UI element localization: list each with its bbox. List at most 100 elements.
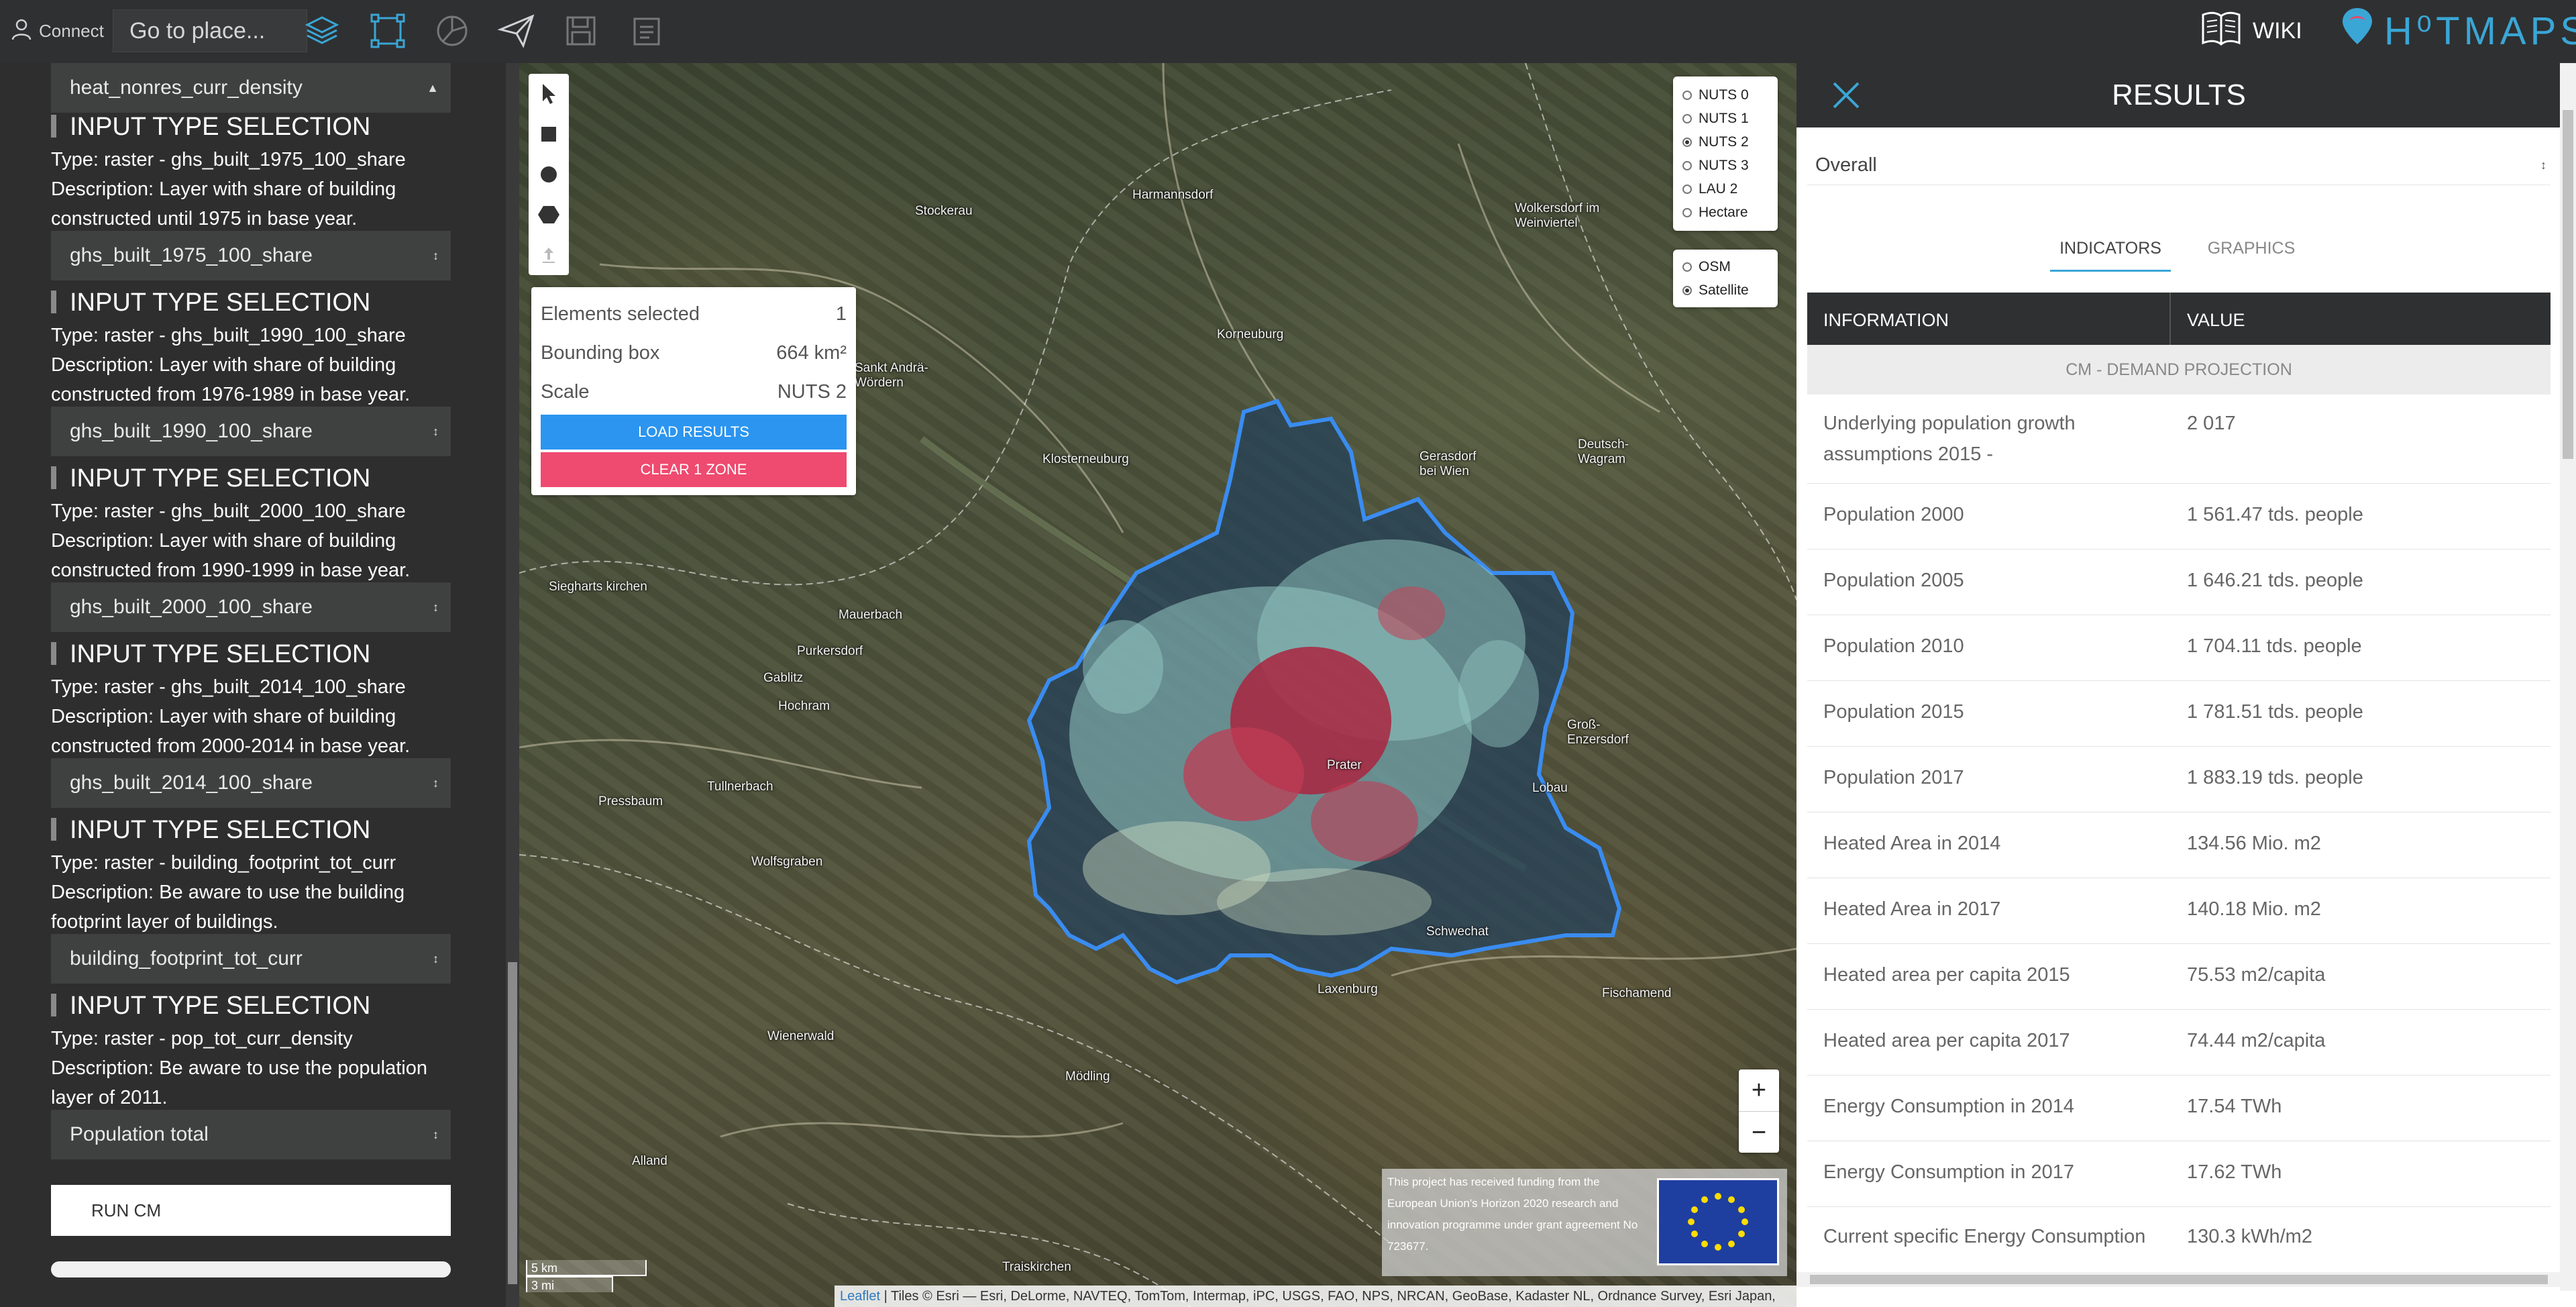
clear-zone-button[interactable]: CLEAR 1 ZONE (541, 452, 847, 487)
files-icon[interactable] (624, 8, 669, 54)
scrollbar-thumb[interactable] (2563, 110, 2573, 459)
row-label: Population 2015 (1823, 701, 1964, 723)
select-value: building_footprint_tot_curr (70, 947, 303, 970)
radio-osm[interactable]: OSM (1673, 255, 1778, 278)
summary-label: Scale (541, 381, 590, 403)
tab-indicators[interactable]: INDICATORS (2050, 233, 2171, 272)
scrollbar-thumb[interactable] (508, 962, 517, 1284)
load-results-button[interactable]: LOAD RESULTS (541, 415, 847, 450)
input-layer-select[interactable]: ghs_built_1990_100_share ↕ (51, 407, 451, 456)
input-layer-select[interactable]: ghs_built_1975_100_share ↕ (51, 231, 451, 280)
eu-notice-text: This project has received funding from t… (1387, 1175, 1638, 1253)
table-row: Population 2015 1 781.51 tds. people (1807, 680, 2551, 747)
select-arrows-icon: ↕ (433, 1128, 439, 1141)
selection-icon[interactable] (365, 8, 411, 54)
user-icon (9, 17, 34, 46)
circle-tool-icon[interactable] (529, 154, 569, 195)
run-cm-button[interactable]: RUN CM (51, 1185, 451, 1236)
place-label: Sankt Andrä-Wördern (855, 361, 928, 390)
row-label: Heated Area in 2017 (1823, 898, 2001, 920)
radio-label: Hectare (1699, 204, 1748, 220)
input-layer-select[interactable]: building_footprint_tot_curr ↕ (51, 934, 451, 984)
results-scrollbar[interactable] (2560, 63, 2576, 1291)
radio-dot (1682, 113, 1692, 123)
map-view[interactable]: Stockerau Korneuburg Klosterneuburg Gera… (519, 63, 1796, 1307)
radio-nuts3[interactable]: NUTS 3 (1673, 154, 1778, 177)
wiki-link[interactable]: WIKI (2200, 7, 2302, 55)
column-header: INFORMATION (1823, 310, 1949, 330)
charts-icon[interactable] (429, 8, 475, 54)
radio-hectare[interactable]: Hectare (1673, 201, 1778, 224)
place-search-input[interactable] (113, 9, 307, 52)
summary-label: Bounding box (541, 342, 660, 364)
place-label: Tullnerbach (707, 780, 773, 794)
row-value: 134.56 Mio. m2 (2187, 833, 2321, 854)
scale-km: 5 km (526, 1260, 647, 1276)
input-type-description: Description: Layer with share of buildin… (51, 530, 411, 581)
input-layer-select[interactable]: ghs_built_2014_100_share ↕ (51, 758, 451, 808)
place-label: Gerasdorf bei Wien (1419, 450, 1477, 478)
top-layer-select[interactable]: heat_nonres_curr_density ▲ (51, 63, 451, 113)
input-type-type: Type: raster - pop_tot_curr_density (51, 1028, 353, 1049)
left-panel-scrollbar[interactable] (506, 63, 519, 1307)
input-layer-select[interactable]: Population total ↕ (51, 1110, 451, 1159)
close-icon[interactable] (1827, 76, 1865, 114)
zoom-out-button[interactable]: − (1739, 1112, 1779, 1153)
rectangle-tool-icon[interactable] (529, 114, 569, 154)
zoom-control: + − (1739, 1069, 1779, 1153)
results-header: RESULTS (1796, 63, 2561, 127)
input-type-title: INPUT TYPE SELECTION (51, 640, 370, 669)
radio-nuts1[interactable]: NUTS 1 (1673, 107, 1778, 130)
place-label: Mauerbach (839, 608, 903, 622)
results-horizontal-scrollbar[interactable] (1796, 1272, 2576, 1287)
map-attribution: Leaflet | Tiles © Esri — Esri, DeLorme, … (835, 1286, 1796, 1307)
polygon-tool-icon[interactable] (529, 195, 569, 235)
send-icon[interactable] (494, 8, 539, 54)
scale-mi: 3 mi (526, 1276, 613, 1292)
input-type-description: Description: Layer with share of buildin… (51, 706, 411, 757)
place-label: Klosterneuburg (1042, 452, 1129, 466)
save-icon[interactable] (558, 8, 604, 54)
radio-satellite[interactable]: Satellite (1673, 278, 1778, 302)
leaflet-link[interactable]: Leaflet (840, 1289, 880, 1304)
place-label: Wolkersdorf im Weinviertel (1515, 201, 1600, 230)
row-label: Heated Area in 2014 (1823, 833, 2001, 854)
row-label: Energy Consumption in 2014 (1823, 1096, 2075, 1117)
results-scope-select[interactable]: Overall ↕ (1807, 145, 2551, 185)
input-type-description: Description: Be aware to use the buildin… (51, 882, 405, 933)
layers-icon[interactable] (299, 8, 345, 54)
radio-label: NUTS 3 (1699, 157, 1749, 173)
results-panel: RESULTS Overall ↕ INDICATORS GRAPHICS INF… (1796, 63, 2576, 1307)
basemap-selector: OSM Satellite (1673, 250, 1778, 307)
select-arrows-icon: ↕ (433, 600, 439, 614)
input-layer-select[interactable]: ghs_built_2000_100_share ↕ (51, 582, 451, 632)
table-row: Underlying population growth assumptions… (1807, 395, 2551, 484)
place-label: Groß-Enzersdorf (1567, 718, 1629, 747)
tab-graphics[interactable]: GRAPHICS (2191, 233, 2312, 270)
select-value: ghs_built_1990_100_share (70, 420, 313, 442)
input-type-type: Type: raster - ghs_built_2014_100_share (51, 676, 406, 698)
row-label: Heated area per capita 2015 (1823, 964, 2070, 986)
pointer-tool-icon[interactable] (529, 74, 569, 114)
table-row: Heated Area in 2014 134.56 Mio. m2 (1807, 812, 2551, 878)
connect-button[interactable]: Connect (9, 16, 104, 46)
wiki-label: WIKI (2253, 17, 2302, 44)
place-label: Lobau (1532, 781, 1568, 795)
zoom-in-button[interactable]: + (1739, 1069, 1779, 1112)
row-value: 17.62 TWh (2187, 1161, 2282, 1183)
input-type-type: Type: raster - ghs_built_2000_100_share (51, 501, 406, 522)
table-row: Population 2000 1 561.47 tds. people (1807, 483, 2551, 550)
select-value: ghs_built_1975_100_share (70, 244, 313, 266)
radio-nuts0[interactable]: NUTS 0 (1673, 83, 1778, 107)
scrollbar-thumb[interactable] (1810, 1275, 2548, 1284)
radio-dot (1682, 137, 1692, 147)
input-type-title: INPUT TYPE SELECTION (51, 464, 370, 493)
upload-tool-icon[interactable] (529, 235, 569, 275)
table-row: Population 2005 1 646.21 tds. people (1807, 549, 2551, 615)
radio-lau2[interactable]: LAU 2 (1673, 177, 1778, 201)
radio-nuts2[interactable]: NUTS 2 (1673, 130, 1778, 154)
table-row: Current specific Energy Consumption 130.… (1807, 1206, 2551, 1307)
results-title: RESULTS (2112, 79, 2246, 111)
input-type-title: INPUT TYPE SELECTION (51, 113, 370, 142)
select-value: Population total (70, 1123, 209, 1145)
